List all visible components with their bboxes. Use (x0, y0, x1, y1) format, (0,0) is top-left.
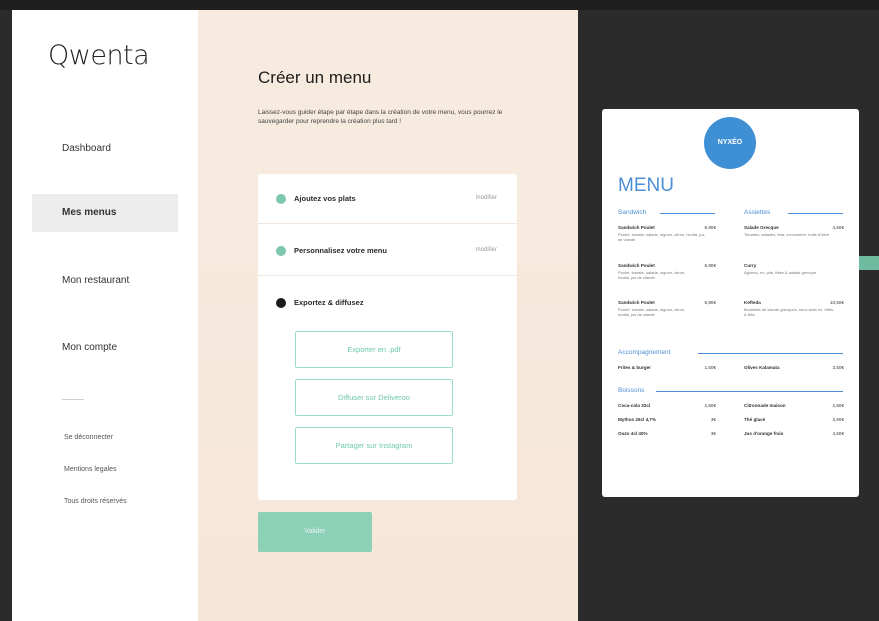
share-instagram-button[interactable]: Partager sur Instagram (295, 427, 453, 464)
restaurant-logo: NYXÉO (704, 117, 756, 169)
sidebar-item-mon-compte[interactable]: Mon compte (32, 329, 178, 367)
menu-item-name: Olives Kalamata (744, 365, 780, 370)
legal-link[interactable]: Mentions legales (64, 466, 117, 473)
menu-item-price: 2,50€ (832, 403, 845, 408)
menu-item-name: Mythos 25cl 4,7% (618, 417, 657, 422)
modify-link[interactable]: modifier (476, 195, 497, 201)
section-divider (788, 213, 843, 214)
menu-item-name: Frites & burger (618, 365, 651, 370)
page-title: Créer un menu (258, 68, 372, 87)
step-customize-menu: Personnalisez votre menu modifier (258, 226, 517, 276)
menu-item-price: 3€ (710, 417, 716, 422)
menu-item-name: Sandwich Poulet (618, 225, 655, 230)
sidebar: Qwenta Dashboard Mes menus Mon restauran… (12, 10, 198, 621)
menu-item-price: 10,50€ (829, 300, 844, 305)
menu-item-desc: Poulet, tomate, salade, oignon, citron, … (618, 270, 686, 280)
step-add-dishes: Ajoutez vos plats modifier (258, 174, 517, 224)
section-divider (656, 391, 843, 392)
step-label: Personnalisez votre menu (294, 246, 387, 255)
menu-item-name: Citronnade maison (744, 403, 786, 408)
menu-item-price: 1,50€ (704, 365, 717, 370)
sidebar-divider (62, 399, 84, 400)
sidebar-item-mon-restaurant[interactable]: Mon restaurant (32, 262, 178, 300)
export-pdf-button[interactable]: Exporter en .pdf (295, 331, 453, 368)
sidebar-item-dashboard[interactable]: Dashboard (32, 130, 178, 168)
section-divider (698, 353, 843, 354)
menu-item-desc: Boulettes de viande grecques, servi avec… (744, 307, 834, 317)
rights-text: Tous droits réservés (64, 498, 127, 505)
menu-item-price: 3,50€ (832, 417, 845, 422)
menu-item-desc: Agneau, riz, pita, frites & salade grecq… (744, 270, 817, 275)
menu-title: MENU (618, 175, 674, 196)
modify-link[interactable]: modifier (476, 247, 497, 253)
section-assiettes: Assiettes (744, 209, 771, 216)
step-label: Ajoutez vos plats (294, 194, 356, 203)
submit-button[interactable]: Valider (258, 512, 372, 552)
menu-item-price: 6,90€ (704, 263, 717, 268)
step-export-share: Exportez & diffusez (258, 278, 517, 318)
menu-item-name: Coca-cola 33cl (618, 403, 651, 408)
menu-item-name: Sandwich Poulet (618, 263, 655, 268)
menu-item-name: Jus d'orange frais (744, 431, 784, 436)
menu-item-name: Kefteda (744, 300, 761, 305)
menu-item-name: Curry (744, 263, 757, 268)
page-description: Laissez-vous guider étape par étape dans… (258, 109, 503, 125)
menu-item-price: 4,50€ (832, 431, 845, 436)
menu-item-name: Thé glacé (744, 417, 766, 422)
menu-item-desc: Poulet, tomate, salade, oignon, citron, … (618, 232, 705, 242)
logout-link[interactable]: Se déconnecter (64, 434, 113, 441)
brand-logo: Qwenta (48, 40, 150, 71)
menu-item-desc: Poulet, tomate, salade, oignon, citron, … (618, 307, 686, 317)
section-divider (660, 213, 715, 214)
menu-item-price: 3,50€ (832, 365, 845, 370)
menu-item-desc: Tomates, salades, feta, concombre, huile… (744, 232, 830, 237)
menu-item-price: 6,90€ (704, 225, 717, 230)
check-icon (276, 246, 286, 256)
check-icon (276, 194, 286, 204)
menu-item-name: Sandwich Poulet (618, 300, 655, 305)
sidebar-item-mes-menus[interactable]: Mes menus (32, 194, 178, 232)
menu-item-price: 6,90€ (704, 300, 717, 305)
section-sandwich: Sandwich (618, 209, 647, 216)
create-menu-panel: Créer un menu Laissez-vous guider étape … (198, 10, 578, 621)
section-accompagnement: Accompagnement (618, 349, 671, 356)
top-band (0, 0, 879, 10)
menu-item-price: 2,50€ (704, 403, 717, 408)
menu-item-price: 4,50€ (832, 225, 845, 230)
menu-preview: NYXÉO MENU Sandwich Sandwich Poulet 6,90… (602, 109, 859, 497)
step-number-icon (276, 298, 286, 308)
menu-item-name: Salade Grecque (744, 225, 779, 230)
step-label: Exportez & diffusez (294, 298, 364, 307)
menu-item-name: Ouzo 4cl 40% (618, 431, 648, 436)
share-deliveroo-button[interactable]: Diffuser sur Deliveroo (295, 379, 453, 416)
menu-item-price: 3€ (710, 431, 716, 436)
section-boissons: Boissons (618, 387, 645, 394)
steps-card: Ajoutez vos plats modifier Personnalisez… (258, 174, 517, 500)
